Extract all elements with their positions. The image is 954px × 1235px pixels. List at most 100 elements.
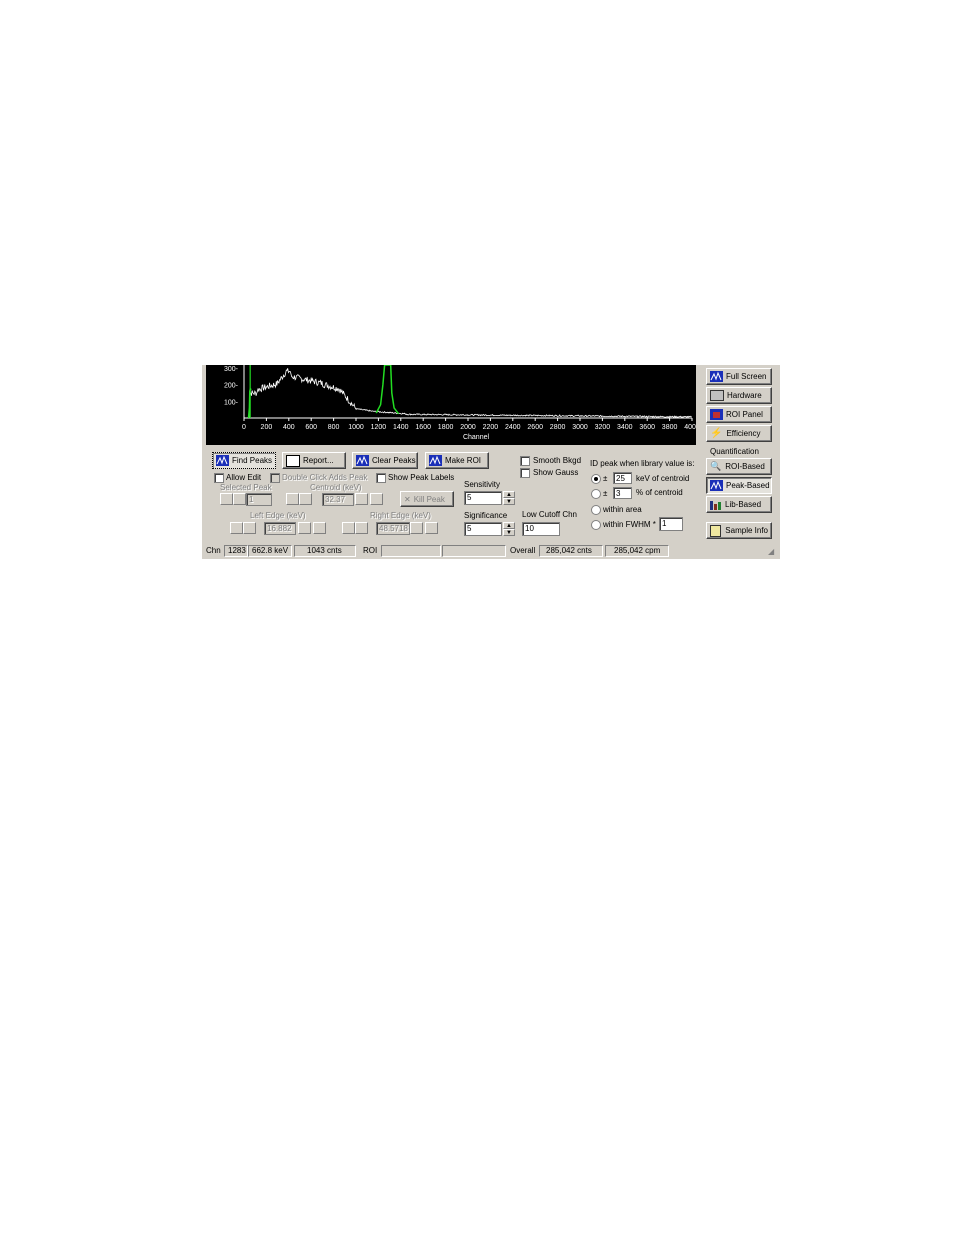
- clear-peaks-icon: [356, 455, 369, 466]
- hardware-label: Hardware: [727, 391, 762, 400]
- within-area-radio[interactable]: [591, 505, 601, 515]
- x-tick-label: 800: [328, 424, 340, 431]
- roi-panel-label: ROI Panel: [726, 410, 763, 419]
- right-edge-inc-button[interactable]: [410, 522, 423, 534]
- peak-based-label: Peak-Based: [726, 481, 770, 490]
- low-cutoff-input[interactable]: 10: [522, 522, 560, 536]
- magnifier-icon: 🔍: [710, 461, 722, 471]
- spectrum-trace: [247, 368, 692, 419]
- centroid-inc-fast-button[interactable]: [370, 493, 383, 505]
- centroid-dec-button[interactable]: [299, 493, 312, 505]
- x-tick-label: 400: [283, 424, 295, 431]
- right-edge-dec-button[interactable]: [355, 522, 368, 534]
- clear-peaks-button[interactable]: Clear Peaks: [352, 452, 418, 469]
- peak-based-button[interactable]: Peak-Based: [706, 477, 772, 494]
- hardware-button[interactable]: Hardware: [706, 387, 772, 404]
- full-screen-button[interactable]: Full Screen: [706, 368, 772, 385]
- make-roi-button[interactable]: Make ROI: [425, 452, 489, 469]
- roi-based-button[interactable]: 🔍 ROI-Based: [706, 458, 772, 475]
- spectrum-svg: 300- 200- 100- 0 200 400 600 800 1000 1200 1400 160…: [224, 365, 696, 441]
- x-tick-label: 1600: [415, 424, 431, 431]
- peak-based-icon: [710, 480, 723, 491]
- x-tick-label: 2400: [505, 424, 521, 431]
- left-edge-inc-button[interactable]: [298, 522, 311, 534]
- report-button[interactable]: Report...: [282, 452, 346, 469]
- x-tick-label: 0: [242, 424, 246, 431]
- efficiency-button[interactable]: ⚡ Efficiency: [706, 425, 772, 442]
- y-tick-label: 300-: [224, 366, 239, 373]
- report-icon: [286, 454, 300, 467]
- percent-label: % of centroid: [636, 488, 683, 497]
- centroid-inc-button[interactable]: [355, 493, 368, 505]
- right-edge-field[interactable]: 48.5718: [376, 522, 410, 535]
- percent-radio[interactable]: [591, 489, 601, 499]
- x-tick-label: 3800: [662, 424, 678, 431]
- clear-peaks-label: Clear Peaks: [372, 456, 416, 465]
- x-tick-label: 2600: [527, 424, 543, 431]
- status-chn-label: Chn: [206, 546, 221, 555]
- full-screen-icon: [710, 371, 723, 382]
- left-edge-dec-fast-button[interactable]: [230, 522, 243, 534]
- significance-up-button[interactable]: ▲: [503, 522, 515, 529]
- library-icon: [710, 500, 722, 510]
- clipboard-icon: [710, 524, 722, 537]
- kev-input[interactable]: 25: [613, 472, 632, 484]
- status-overall-counts: 285,042 cnts: [539, 545, 603, 557]
- roi-panel-button[interactable]: ROI Panel: [706, 406, 772, 423]
- smooth-bkgd-checkbox[interactable]: [520, 456, 530, 466]
- x-tick-label: 200: [261, 424, 273, 431]
- x-axis-label: Channel: [463, 434, 490, 441]
- percent-input[interactable]: 3: [613, 487, 632, 499]
- sample-info-button[interactable]: Sample Info: [706, 522, 772, 539]
- x-tick-label: 1200: [371, 424, 387, 431]
- x-tick-label: 3600: [639, 424, 655, 431]
- show-gauss-checkbox[interactable]: [520, 468, 530, 478]
- centroid-dec-fast-button[interactable]: [286, 493, 299, 505]
- sensitivity-up-button[interactable]: ▲: [503, 491, 515, 498]
- percent-pm: ±: [603, 489, 608, 498]
- kev-radio[interactable]: [591, 474, 601, 484]
- roi-region-peak: [375, 365, 400, 415]
- show-peak-labels-checkbox[interactable]: [376, 473, 386, 483]
- allow-edit-checkbox[interactable]: [214, 473, 224, 483]
- double-click-adds-peak-label: Double Click Adds Peak: [282, 473, 368, 482]
- x-tick-label: 1000: [348, 424, 364, 431]
- peak-find-icon: [216, 455, 229, 466]
- selected-peak-field[interactable]: 1: [246, 493, 272, 506]
- significance-down-button[interactable]: ▼: [503, 529, 515, 536]
- fwhm-radio[interactable]: [591, 520, 601, 530]
- significance-input[interactable]: 5: [464, 522, 502, 536]
- selected-peak-prev-button[interactable]: [233, 493, 246, 505]
- kev-pm: ±: [603, 474, 608, 483]
- selected-peak-label: Selected Peak: [220, 483, 272, 492]
- left-edge-label: Left Edge (keV): [250, 511, 306, 520]
- status-overall-cpm: 285,042 cpm: [605, 545, 669, 557]
- status-roi-label: ROI: [363, 546, 378, 555]
- right-edge-label: Right Edge (keV): [370, 511, 431, 520]
- kill-peak-button[interactable]: ✕ Kill Peak: [400, 491, 454, 507]
- status-counts: 1043 cnts: [294, 545, 356, 557]
- left-edge-dec-button[interactable]: [243, 522, 256, 534]
- left-edge-inc-fast-button[interactable]: [313, 522, 326, 534]
- sensitivity-label: Sensitivity: [464, 480, 501, 489]
- low-cutoff-label: Low Cutoff Chn: [522, 510, 577, 519]
- sensitivity-input[interactable]: 5: [464, 491, 502, 505]
- lib-based-button[interactable]: Lib-Based: [706, 496, 772, 513]
- centroid-field[interactable]: 32.37: [322, 493, 354, 506]
- fwhm-input[interactable]: 1: [659, 517, 683, 531]
- x-tick-label: 4000: [684, 424, 696, 431]
- fwhm-label: within FWHM *: [603, 520, 656, 529]
- sensitivity-down-button[interactable]: ▼: [503, 498, 515, 505]
- find-peaks-button[interactable]: Find Peaks: [212, 452, 276, 469]
- close-icon: ✕: [404, 494, 411, 504]
- right-edge-inc-fast-button[interactable]: [425, 522, 438, 534]
- left-edge-field[interactable]: 16.882: [264, 522, 296, 535]
- report-label: Report...: [303, 456, 334, 465]
- right-panel: Full Screen Hardware ROI Panel ⚡ Efficie…: [700, 365, 780, 545]
- right-edge-dec-fast-button[interactable]: [342, 522, 355, 534]
- show-gauss-label: Show Gauss: [533, 468, 579, 477]
- double-click-adds-peak-checkbox[interactable]: [270, 473, 280, 483]
- spectrum-plot[interactable]: 300- 200- 100- 0 200 400 600 800 1000 1200 1400 160…: [206, 365, 696, 445]
- resize-grip-icon[interactable]: ◢: [768, 547, 774, 557]
- selected-peak-first-button[interactable]: [220, 493, 233, 505]
